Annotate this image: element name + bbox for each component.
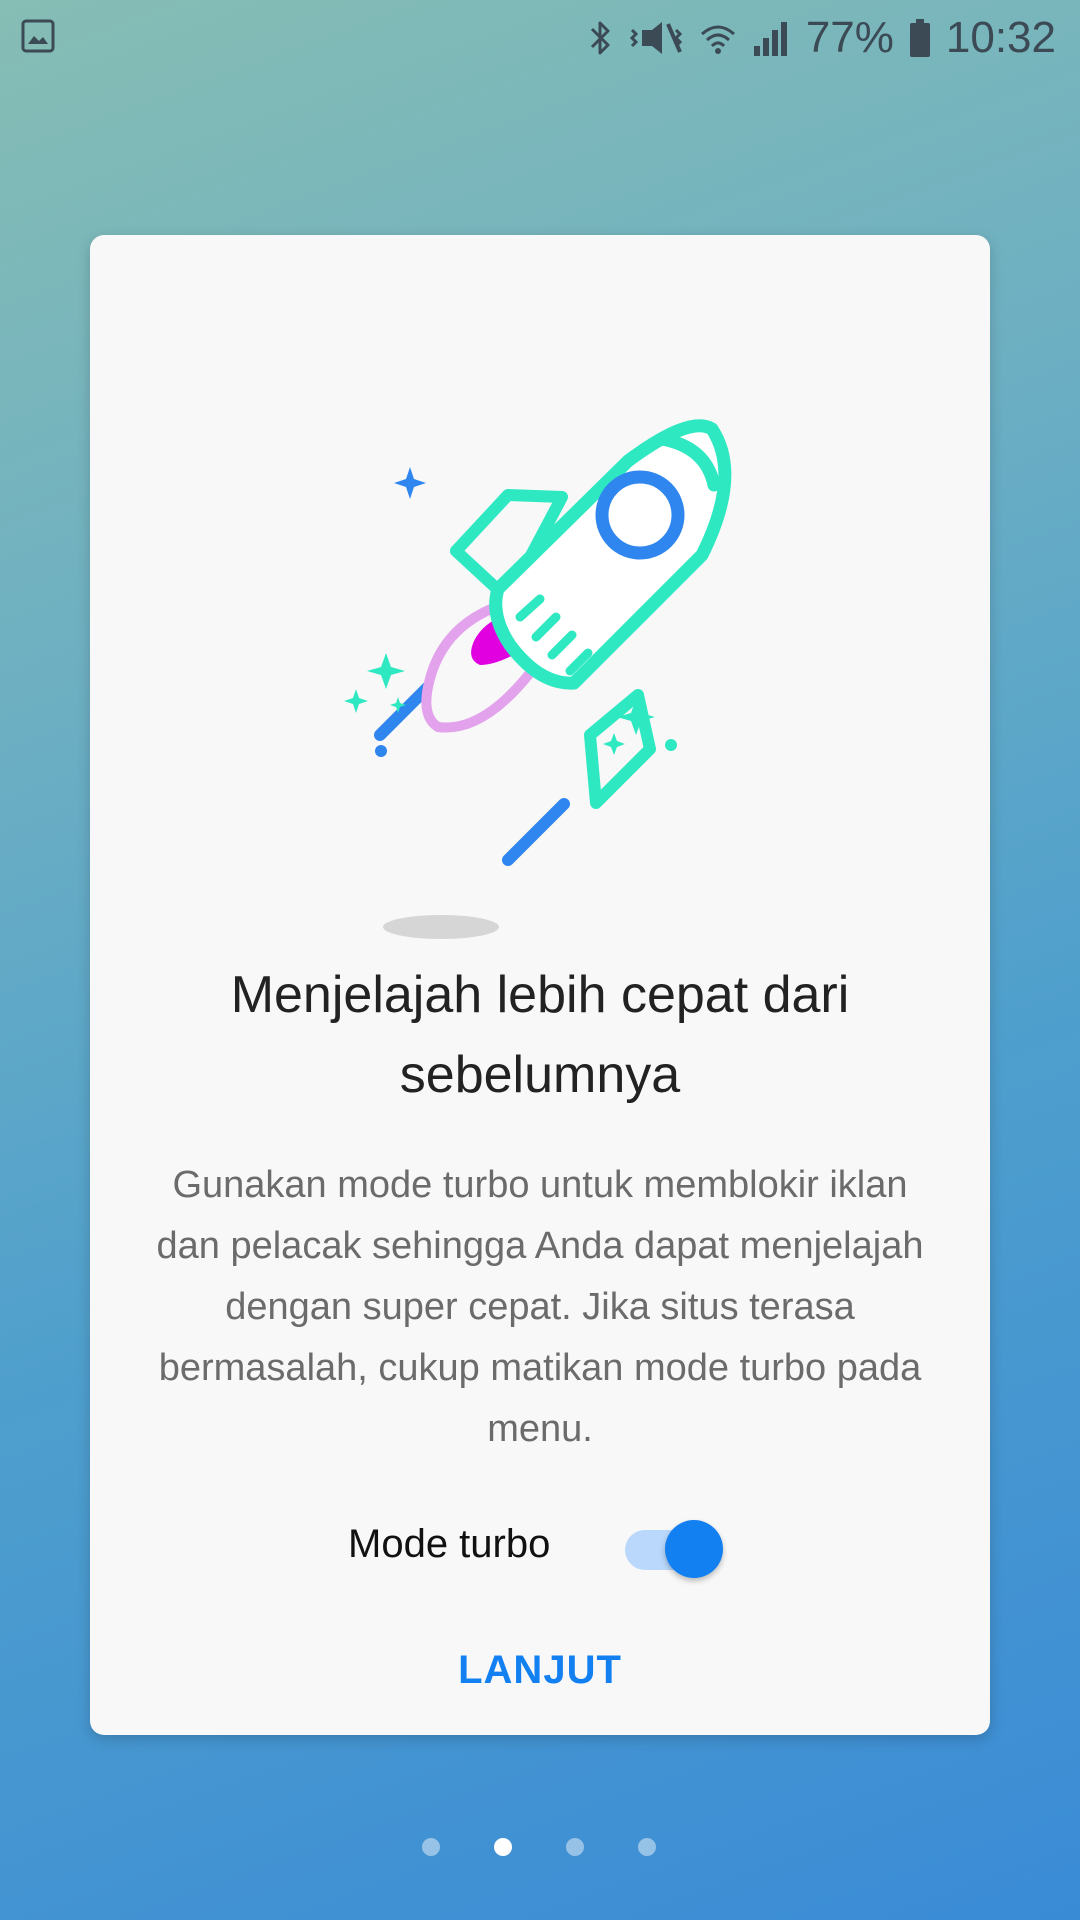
rocket-body bbox=[489, 419, 732, 690]
turbo-mode-label: Mode turbo bbox=[348, 1522, 551, 1566]
vibrate-icon bbox=[628, 16, 684, 60]
rocket-fin-right bbox=[584, 689, 656, 809]
onboarding-card: Menjelajah lebih cepat dari sebelumnya G… bbox=[90, 235, 990, 1735]
sparkle-dot bbox=[375, 745, 387, 757]
signal-icon bbox=[752, 16, 792, 60]
bluetooth-icon bbox=[588, 16, 614, 60]
clock: 10:32 bbox=[945, 13, 1056, 62]
rocket-shadow bbox=[383, 915, 499, 939]
status-bar: 77% 10:32 bbox=[0, 0, 1080, 76]
turbo-mode-toggle[interactable] bbox=[625, 1520, 725, 1580]
status-icons: 77% 10:32 bbox=[588, 10, 1056, 66]
battery-icon bbox=[908, 16, 932, 60]
speed-line bbox=[502, 798, 570, 866]
sparkle bbox=[367, 653, 405, 689]
next-button[interactable]: LANJUT bbox=[390, 1635, 690, 1705]
onboarding-description: Gunakan mode turbo untuk memblokir iklan… bbox=[156, 1164, 924, 1450]
onboarding-title: Menjelajah lebih cepat dari sebelumnya bbox=[230, 966, 850, 1104]
rocket-window bbox=[595, 470, 685, 560]
page-dot-4[interactable] bbox=[638, 1838, 656, 1856]
turbo-mode-row: Mode turbo bbox=[90, 1510, 990, 1590]
sparkle-dot bbox=[665, 739, 677, 751]
gallery-icon bbox=[20, 18, 56, 54]
toggle-thumb bbox=[665, 1520, 723, 1578]
page-dot-1[interactable] bbox=[422, 1838, 440, 1856]
page-indicator bbox=[0, 1838, 1080, 1858]
page-dot-2[interactable] bbox=[494, 1838, 512, 1856]
page-dot-3[interactable] bbox=[566, 1838, 584, 1856]
sparkle bbox=[394, 467, 426, 499]
sparkle bbox=[344, 689, 368, 713]
battery-percent: 77% bbox=[805, 13, 894, 62]
wifi-icon bbox=[698, 16, 738, 60]
